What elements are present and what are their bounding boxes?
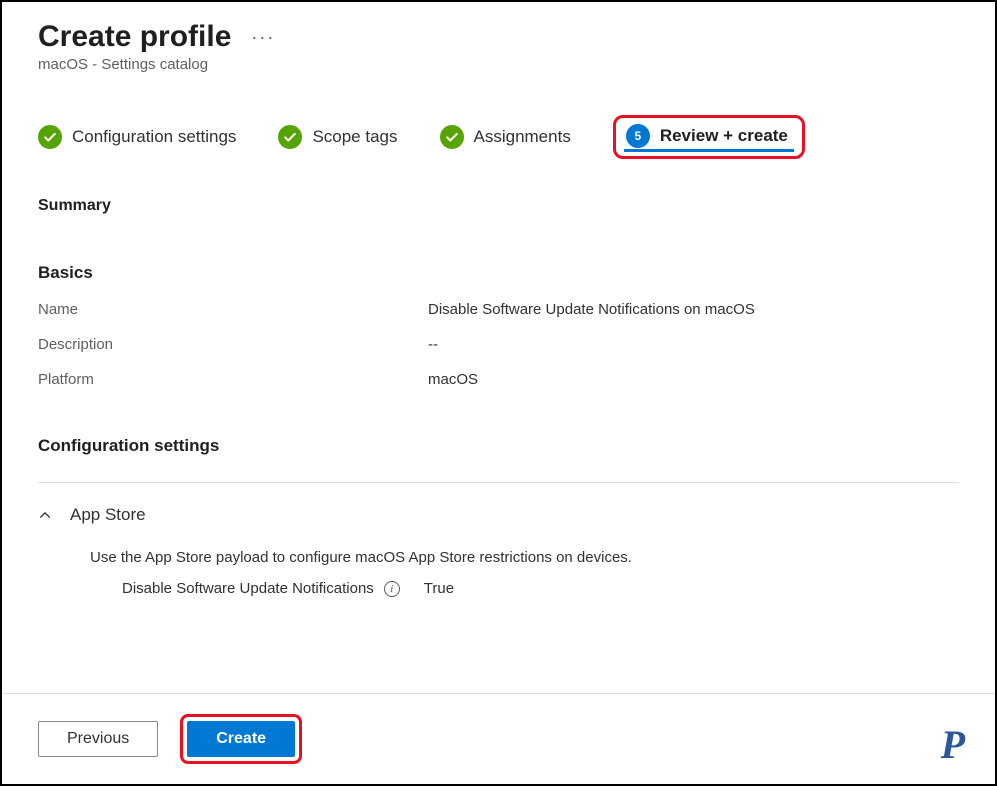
- step-label: Assignments: [474, 127, 571, 147]
- check-icon: [278, 125, 302, 149]
- create-button-highlight: Create: [180, 714, 302, 764]
- step-label: Review + create: [660, 126, 788, 146]
- setting-row: Disable Software Update Notifications i …: [90, 580, 959, 597]
- setting-value: True: [424, 580, 454, 597]
- field-label: Platform: [38, 371, 428, 388]
- check-icon: [440, 125, 464, 149]
- page-title: Create profile: [38, 20, 231, 54]
- field-value: Disable Software Update Notifications on…: [428, 301, 755, 318]
- more-icon[interactable]: ···: [251, 27, 275, 48]
- info-icon[interactable]: i: [384, 581, 400, 597]
- footer: Previous Create P: [2, 693, 995, 784]
- config-settings-heading: Configuration settings: [38, 436, 959, 456]
- summary-heading: Summary: [38, 197, 959, 215]
- step-label: Configuration settings: [72, 127, 236, 147]
- wizard-stepper: Configuration settings Scope tags Assign…: [38, 115, 959, 159]
- field-value: --: [428, 336, 438, 353]
- basics-heading: Basics: [38, 263, 959, 283]
- field-value: macOS: [428, 371, 478, 388]
- step-configuration-settings[interactable]: Configuration settings: [38, 125, 236, 149]
- previous-button[interactable]: Previous: [38, 721, 158, 757]
- expander-title: App Store: [70, 505, 146, 525]
- step-scope-tags[interactable]: Scope tags: [278, 125, 397, 149]
- expander-app-store[interactable]: App Store: [38, 505, 959, 525]
- page-subtitle: macOS - Settings catalog: [38, 56, 959, 73]
- field-label: Description: [38, 336, 428, 353]
- basics-row-description: Description --: [38, 336, 959, 353]
- step-review-create[interactable]: 5 Review + create: [613, 115, 805, 159]
- step-assignments[interactable]: Assignments: [440, 125, 571, 149]
- check-icon: [38, 125, 62, 149]
- group-description: Use the App Store payload to configure m…: [90, 549, 959, 566]
- field-label: Name: [38, 301, 428, 318]
- basics-row-name: Name Disable Software Update Notificatio…: [38, 301, 959, 318]
- step-label: Scope tags: [312, 127, 397, 147]
- chevron-up-icon: [38, 508, 52, 522]
- expander-body: Use the App Store payload to configure m…: [38, 549, 959, 597]
- step-number-badge: 5: [626, 124, 650, 148]
- create-button[interactable]: Create: [187, 721, 295, 757]
- basics-row-platform: Platform macOS: [38, 371, 959, 388]
- main-content: Create profile ··· macOS - Settings cata…: [2, 2, 995, 693]
- header: Create profile ···: [38, 20, 959, 54]
- setting-label: Disable Software Update Notifications: [122, 580, 374, 597]
- brand-logo: P: [941, 721, 965, 768]
- divider: [38, 482, 959, 483]
